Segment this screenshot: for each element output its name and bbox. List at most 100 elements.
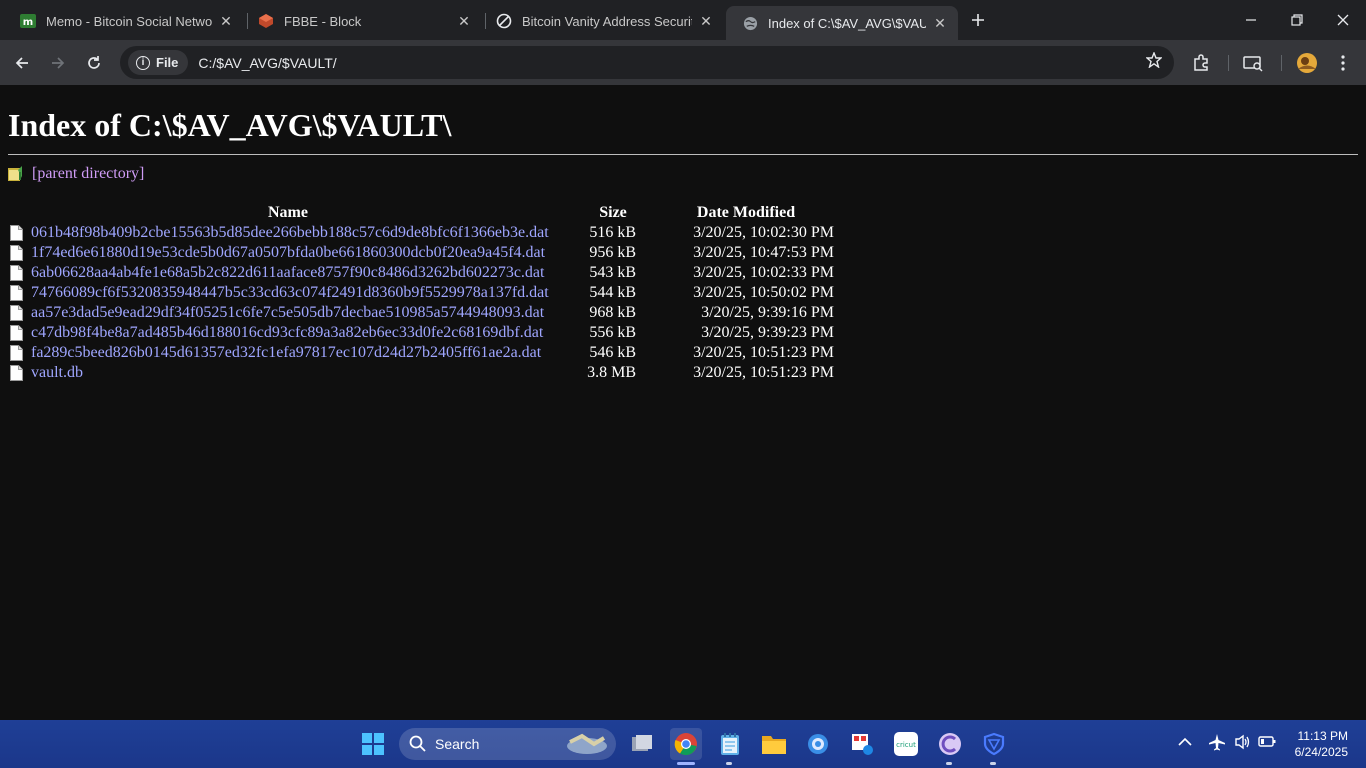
menu-button[interactable]: [1330, 50, 1356, 76]
restore-button[interactable]: [1274, 0, 1320, 40]
tab-strip: m Memo - Bitcoin Social Network ✕ FBBE -…: [0, 0, 1366, 40]
table-row: 74766089cf6f5320835948447b5c33cd63c074f2…: [8, 283, 836, 303]
active-app-indicator: [677, 762, 695, 765]
file-link[interactable]: vault.db: [31, 364, 83, 382]
speaker-icon: [1235, 734, 1250, 750]
parent-directory-link[interactable]: [parent directory]: [32, 165, 144, 183]
taskbar-snipping-tool[interactable]: [846, 728, 878, 760]
bookmark-star-icon[interactable]: [1145, 51, 1163, 73]
file-icon: [10, 225, 23, 241]
file-icon: [10, 305, 23, 321]
battery-button[interactable]: [1258, 734, 1276, 753]
search-label: Search: [435, 736, 480, 752]
file-date-cell: 3/20/25, 10:51:23 PM: [693, 364, 834, 381]
site-info-chip[interactable]: i File: [128, 50, 189, 75]
tab-vanity[interactable]: Bitcoin Vanity Address Security ✕: [480, 6, 724, 36]
file-size-cell: 516 kB: [589, 224, 636, 241]
extensions-button[interactable]: [1188, 50, 1214, 76]
clock-time: 11:13 PM: [1297, 729, 1348, 743]
cricut-icon: cricut: [894, 732, 918, 756]
close-icon[interactable]: ✕: [456, 13, 472, 29]
column-header-size[interactable]: Size: [568, 203, 658, 223]
file-link[interactable]: fa289c5beed826b0145d61357ed32fc1efa97817…: [31, 344, 541, 362]
start-button[interactable]: [357, 728, 389, 760]
table-row: 1f74ed6e61880d19e53cde5b0d67a0507bfda0be…: [8, 243, 836, 263]
file-name-cell: vault.db: [8, 363, 568, 383]
plus-icon: [972, 14, 984, 26]
file-name-cell: 1f74ed6e61880d19e53cde5b0d67a0507bfda0be…: [8, 243, 568, 263]
volume-button[interactable]: [1234, 733, 1252, 754]
globe-favicon-icon: [742, 15, 758, 31]
restore-icon: [1291, 14, 1303, 26]
taskbar-app-c[interactable]: [934, 728, 966, 760]
tab-fbbe[interactable]: FBBE - Block ✕: [242, 6, 482, 36]
svg-text:m: m: [23, 17, 33, 28]
table-row: 6ab06628aa4ab4fe1e68a5b2c822d611aaface87…: [8, 263, 836, 283]
file-link[interactable]: 1f74ed6e61880d19e53cde5b0d67a0507bfda0be…: [31, 244, 545, 262]
svg-text:cricut: cricut: [896, 741, 916, 749]
task-view-button[interactable]: [626, 728, 658, 760]
shield-icon: [983, 732, 1005, 756]
show-hidden-icons-button[interactable]: [1178, 734, 1192, 750]
file-link[interactable]: aa57e3dad5e9ead29df34f05251c6fe7c5e505db…: [31, 304, 544, 322]
running-app-indicator: [946, 762, 952, 765]
snipping-icon: [852, 734, 873, 755]
page-title: Index of C:\$AV_AVG\$VAULT\: [8, 107, 452, 143]
url-text[interactable]: C:/$AV_AVG/$VAULT/: [198, 55, 336, 71]
table-row: fa289c5beed826b0145d61357ed32fc1efa97817…: [8, 343, 836, 363]
taskbar-cricut[interactable]: cricut: [890, 728, 922, 760]
chrome-icon: [674, 733, 697, 756]
parent-directory-row[interactable]: [parent directory]: [8, 165, 144, 183]
tab-index-vault[interactable]: Index of C:\$AV_AVG\$VAULT\ ✕: [726, 6, 958, 40]
taskbar-trust-wallet[interactable]: [978, 728, 1010, 760]
puzzle-icon: [1194, 54, 1208, 71]
browser-toolbar: i File C:/$AV_AVG/$VAULT/: [0, 40, 1366, 85]
file-link[interactable]: 74766089cf6f5320835948447b5c33cd63c074f2…: [31, 284, 549, 302]
close-icon[interactable]: ✕: [218, 13, 234, 29]
file-name-cell: 061b48f98b409b2cbe15563b5d85dee266bebb18…: [8, 223, 568, 243]
new-tab-button[interactable]: [966, 8, 990, 32]
file-name-cell: c47db98f4be8a7ad485b46d188016cd93cfc89a3…: [8, 323, 568, 343]
close-icon[interactable]: ✕: [698, 13, 714, 29]
taskbar-notepad[interactable]: [714, 728, 746, 760]
toolbar-divider: [1228, 55, 1229, 71]
close-icon[interactable]: ✕: [932, 15, 948, 31]
file-icon: [10, 285, 23, 301]
c-logo-icon: [939, 733, 961, 755]
profile-avatar[interactable]: [1294, 50, 1320, 76]
back-button[interactable]: [9, 50, 35, 76]
tab-search-button[interactable]: [1240, 50, 1266, 76]
folder-up-icon: [8, 166, 22, 181]
address-bar[interactable]: i File C:/$AV_AVG/$VAULT/: [120, 46, 1174, 79]
tab-title: FBBE - Block: [284, 13, 362, 29]
table-row: aa57e3dad5e9ead29df34f05251c6fe7c5e505db…: [8, 303, 836, 323]
windows-logo-icon: [362, 733, 384, 755]
reload-button[interactable]: [81, 50, 107, 76]
column-header-name[interactable]: Name: [8, 203, 568, 223]
close-window-button[interactable]: [1320, 0, 1366, 40]
taskbar-search[interactable]: Search: [399, 728, 616, 760]
file-name-cell: fa289c5beed826b0145d61357ed32fc1efa97817…: [8, 343, 568, 363]
taskbar-chrome[interactable]: [670, 728, 702, 760]
system-clock[interactable]: 11:13 PM 6/24/2025: [1295, 728, 1348, 760]
taskbar-settings-app[interactable]: [802, 728, 834, 760]
file-link[interactable]: 061b48f98b409b2cbe15563b5d85dee266bebb18…: [31, 224, 549, 242]
table-header-row: Name Size Date Modified: [8, 203, 836, 223]
airplane-mode-button[interactable]: [1208, 733, 1226, 754]
column-header-date[interactable]: Date Modified: [658, 203, 836, 223]
file-date-cell: 3/20/25, 10:47:53 PM: [693, 244, 834, 261]
close-window-icon: [1337, 14, 1349, 26]
divider: [8, 154, 1358, 155]
file-icon: [10, 265, 23, 281]
file-table: Name Size Date Modified 061b48f98b409b2c…: [8, 203, 836, 383]
arrow-left-icon: [15, 57, 28, 69]
taskbar-file-explorer[interactable]: [758, 728, 790, 760]
tab-memo[interactable]: m Memo - Bitcoin Social Network ✕: [4, 6, 244, 36]
file-link[interactable]: c47db98f4be8a7ad485b46d188016cd93cfc89a3…: [31, 324, 543, 342]
battery-icon: [1258, 736, 1276, 747]
file-link[interactable]: 6ab06628aa4ab4fe1e68a5b2c822d611aaface87…: [31, 264, 544, 282]
forward-button[interactable]: [45, 50, 71, 76]
file-size-cell: 3.8 MB: [587, 364, 636, 381]
minimize-button[interactable]: [1228, 0, 1274, 40]
file-size-cell: 956 kB: [589, 244, 636, 261]
